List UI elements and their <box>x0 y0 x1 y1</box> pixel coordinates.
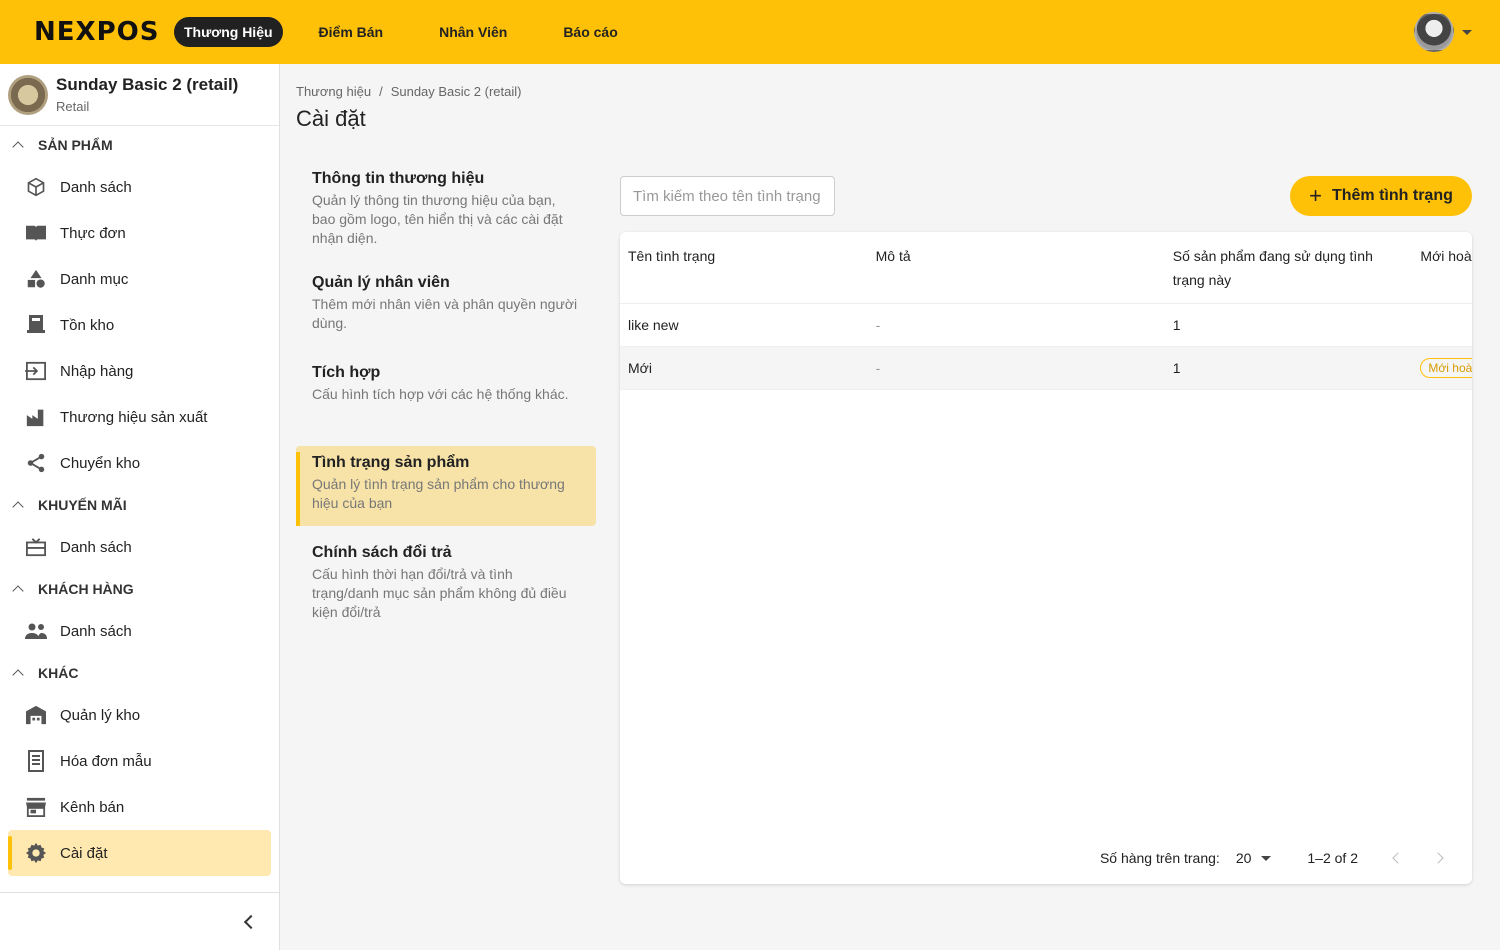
chevron-left-icon <box>1392 852 1404 864</box>
settings-item-chinh-sach-doi-tra[interactable]: Chính sách đổi trả Cấu hình thời hạn đổi… <box>296 536 596 630</box>
chevron-right-icon <box>1432 852 1444 864</box>
nav-diem-ban[interactable]: Điểm Bán <box>291 17 412 47</box>
page-title: Cài đặt <box>296 106 366 131</box>
sidebar-item-ton-kho[interactable]: Tồn kho <box>0 302 279 348</box>
share-icon <box>24 451 48 475</box>
gift-card-icon <box>24 535 48 559</box>
chevron-up-icon <box>12 141 24 153</box>
column-header-new[interactable]: Mới hoàn toàn <box>1412 244 1472 303</box>
column-header-name[interactable]: Tên tình trạng <box>620 244 868 303</box>
chevron-up-icon <box>12 585 24 597</box>
table-row[interactable]: Mới - 1 Mới hoàn toàn <box>620 347 1472 390</box>
brand-avatar <box>8 74 48 115</box>
nav-bao-cao[interactable]: Báo cáo <box>535 17 645 47</box>
breadcrumb-current: Sunday Basic 2 (retail) <box>390 84 522 99</box>
column-header-product-count[interactable]: Số sản phẩm đang sử dụng tình trạng này <box>1165 244 1413 303</box>
cell-description: - <box>875 360 881 376</box>
section-khac[interactable]: KHÁC <box>0 654 279 692</box>
brand-header[interactable]: Sunday Basic 2 (retail) Retail <box>0 64 279 126</box>
user-menu[interactable] <box>1414 12 1472 52</box>
store-icon <box>24 795 48 819</box>
breadcrumb-link-thuong-hieu[interactable]: Thương hiệu <box>296 84 371 99</box>
sidebar-item-hoa-don-mau[interactable]: Hóa đơn mẫu <box>0 738 279 784</box>
search-input[interactable] <box>620 176 835 216</box>
cube-icon <box>24 175 48 199</box>
table-header: Tên tình trạng Mô tả Số sản phẩm đang sử… <box>620 232 1472 304</box>
import-icon <box>24 359 48 383</box>
plus-icon: + <box>1309 183 1322 208</box>
settings-item-tinh-trang-san-pham[interactable]: Tình trạng sản phẩm Quản lý tình trạng s… <box>296 446 596 526</box>
table-pagination: Số hàng trên trang: 20 1–2 of 2 <box>620 832 1472 884</box>
sidebar-item-danh-sach-khuyen-mai[interactable]: Danh sách <box>0 524 279 570</box>
rows-per-page-select[interactable]: 20 <box>1236 850 1272 866</box>
conditions-table: Tên tình trạng Mô tả Số sản phẩm đang sử… <box>620 232 1472 884</box>
settings-item-quan-ly-nhan-vien[interactable]: Quản lý nhân viên Thêm mới nhân viên và … <box>296 266 596 346</box>
nexpos-logo[interactable]: NEXPOS <box>34 17 158 47</box>
main-content: Thương hiệu / Sunday Basic 2 (retail) Cài … <box>280 64 1500 950</box>
cell-product-count: 1 <box>1172 317 1181 333</box>
section-khach-hang[interactable]: KHÁCH HÀNG <box>0 570 279 608</box>
inventory-icon <box>24 313 48 337</box>
factory-icon <box>24 405 48 429</box>
cell-name: like new <box>628 317 679 333</box>
section-khuyen-mai[interactable]: KHUYẾN MÃI <box>0 486 279 524</box>
settings-item-tich-hop[interactable]: Tích hợp Cấu hình tích hợp với các hệ th… <box>296 356 596 436</box>
cell-name: Mới <box>628 360 652 376</box>
category-icon <box>24 267 48 291</box>
sidebar-item-danh-muc[interactable]: Danh mục <box>0 256 279 302</box>
people-icon <box>24 619 48 643</box>
settings-item-thong-tin-thuong-hieu[interactable]: Thông tin thương hiệu Quản lý thông tin … <box>296 162 596 256</box>
sidebar-item-cai-dat[interactable]: Cài đặt <box>8 830 271 876</box>
table-row[interactable]: like new - 1 <box>620 304 1472 347</box>
nav-thuong-hieu[interactable]: Thương Hiệu <box>174 17 283 47</box>
breadcrumb: Thương hiệu / Sunday Basic 2 (retail) <box>296 84 522 99</box>
sidebar-item-chuyen-kho[interactable]: Chuyển kho <box>0 440 279 486</box>
previous-page-button[interactable] <box>1392 852 1404 864</box>
nav-nhan-vien[interactable]: Nhân Viên <box>411 17 535 47</box>
menu-book-icon <box>24 221 48 245</box>
gear-icon <box>24 841 48 865</box>
settings-nav: Thông tin thương hiệu Quản lý thông tin … <box>296 162 596 640</box>
add-condition-button[interactable]: + Thêm tình trạng <box>1290 176 1472 216</box>
brand-name: Sunday Basic 2 (retail) <box>56 75 239 94</box>
next-page-button[interactable] <box>1432 852 1444 864</box>
sidebar-item-nhap-hang[interactable]: Nhập hàng <box>0 348 279 394</box>
sidebar: Sunday Basic 2 (retail) Retail SẢN PHẨM … <box>0 64 280 950</box>
sidebar-item-danh-sach-khach-hang[interactable]: Danh sách <box>0 608 279 654</box>
sidebar-item-quan-ly-kho[interactable]: Quản lý kho <box>0 692 279 738</box>
sidebar-collapse-bar <box>0 892 280 950</box>
column-header-description[interactable]: Mô tả <box>868 244 1165 303</box>
section-san-pham[interactable]: SẢN PHẨM <box>0 126 279 164</box>
cell-badge: Mới hoàn toàn <box>1412 358 1472 378</box>
user-avatar[interactable] <box>1414 12 1454 52</box>
chevron-down-icon <box>1261 855 1272 861</box>
chevron-down-icon[interactable] <box>1462 29 1472 35</box>
receipt-icon <box>24 749 48 773</box>
rows-per-page-label: Số hàng trên trang: <box>1099 850 1220 866</box>
chevron-up-icon <box>12 501 24 513</box>
sidebar-item-thuc-don[interactable]: Thực đơn <box>0 210 279 256</box>
sidebar-item-danh-sach-san-pham[interactable]: Danh sách <box>0 164 279 210</box>
main-nav: Thương Hiệu Điểm Bán Nhân Viên Báo cáo <box>174 17 646 47</box>
pagination-range: 1–2 of 2 <box>1307 850 1358 866</box>
sidebar-item-thuong-hieu-san-xuat[interactable]: Thương hiệu sản xuất <box>0 394 279 440</box>
chevron-left-icon[interactable] <box>243 914 259 929</box>
status-badge: Mới hoàn toàn <box>1420 358 1472 378</box>
chevron-up-icon <box>12 669 24 681</box>
top-bar: NEXPOS Thương Hiệu Điểm Bán Nhân Viên Bá… <box>0 0 1500 64</box>
cell-product-count: 1 <box>1172 360 1181 376</box>
warehouse-icon <box>24 703 48 727</box>
cell-description: - <box>875 317 881 333</box>
sidebar-item-kenh-ban[interactable]: Kênh bán <box>0 784 279 830</box>
brand-type: Retail <box>56 99 90 114</box>
